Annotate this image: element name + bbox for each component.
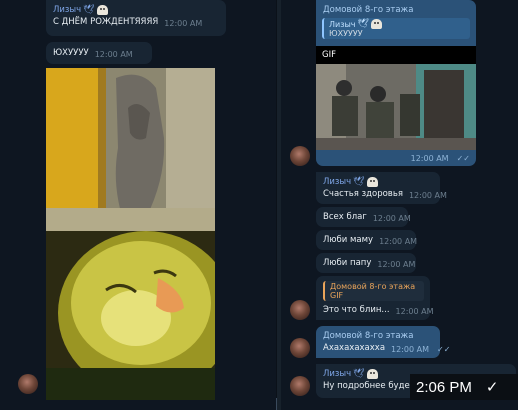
dove-emoji-icon: 🕊: [83, 5, 95, 15]
avatar[interactable]: [290, 376, 310, 396]
cat-video-frames: [46, 68, 215, 400]
message-time: 12:00 AM: [379, 237, 418, 246]
message-bubble[interactable]: ЮХУУУУ 12:00 AM: [46, 42, 152, 64]
message-time: 12:00 AM: [164, 19, 203, 28]
message-time: 12:00 AM: [391, 345, 430, 354]
scrollbar[interactable]: [276, 398, 277, 410]
ghost-emoji-icon: [370, 19, 382, 29]
ghost-emoji-icon: [96, 5, 108, 15]
message-time: 12:00 AM: [94, 50, 133, 59]
avatar[interactable]: [290, 146, 310, 166]
gif-label: GIF: [322, 50, 336, 60]
gif-media[interactable]: [316, 64, 476, 150]
message-time: 12:00 AM: [410, 154, 449, 163]
status-overlay: 2:06 PM ✓: [410, 374, 518, 400]
avatar[interactable]: [18, 374, 38, 394]
sender-name[interactable]: Домовой 8-го этажа: [323, 330, 434, 342]
message-bubble[interactable]: Лизыч 🕊 Счастья здоровья 12:00 AM: [316, 172, 447, 204]
dove-emoji-icon: 🕊: [353, 369, 365, 379]
avatar[interactable]: [290, 300, 310, 320]
reply-quote[interactable]: Домовой 8-го этажа GIF: [323, 281, 424, 301]
clock: 2:06 PM: [416, 378, 472, 396]
message-bubble[interactable]: Люби маму 12:00 AM: [316, 230, 418, 250]
message-bubble[interactable]: Лизыч 🕊 С ДНЁМ РОЖДЕНТЯЯЯЯ 12:00 AM: [46, 0, 226, 36]
avatar[interactable]: [290, 338, 310, 358]
sender-name[interactable]: Лизыч 🕊: [323, 176, 434, 188]
gif-frame: [316, 64, 476, 150]
message-bubble[interactable]: Домовой 8-го этажа GIF Это что блин... 1…: [316, 276, 434, 320]
message-text: Это что блин...: [323, 305, 390, 315]
message-time: 12:00 AM: [372, 214, 411, 223]
gif-message-bubble[interactable]: Домовой 8-го этажа Лизыч 🕊 ЮХУУУУ GIF 12…: [316, 0, 476, 166]
read-checkmarks-icon: ✓✓: [456, 154, 470, 163]
message-text: ЮХУУУУ: [53, 48, 89, 58]
left-chat-pane[interactable]: Лизыч 🕊 С ДНЁМ РОЖДЕНТЯЯЯЯ 12:00 AM ЮХУУ…: [0, 0, 276, 410]
checkmark-icon: ✓: [485, 378, 499, 396]
message-text: Счастья здоровья: [323, 189, 403, 199]
outgoing-message-bubble[interactable]: Домовой 8-го этажа Ахахахахахха 12:00 AM…: [316, 326, 450, 358]
ghost-emoji-icon: [366, 177, 378, 187]
ghost-emoji-icon: [366, 369, 378, 379]
message-text: Люби папу: [323, 258, 372, 268]
message-time: 12:00 AM: [408, 191, 447, 200]
sender-name[interactable]: Домовой 8-го этажа: [316, 4, 476, 16]
message-time: 12:00 AM: [377, 260, 416, 269]
cat-video-media[interactable]: [46, 68, 215, 400]
message-text: Всех благ: [323, 212, 367, 222]
message-time: 12:00 AM: [395, 307, 434, 316]
dove-emoji-icon: 🕊: [353, 177, 365, 187]
gif-label-bar: GIF: [316, 46, 476, 64]
right-chat-pane[interactable]: Домовой 8-го этажа Лизыч 🕊 ЮХУУУУ GIF 12…: [281, 0, 518, 410]
message-text: Люби маму: [323, 235, 374, 245]
message-text: Ахахахахахха: [323, 343, 386, 353]
message-bubble[interactable]: Всех благ 12:00 AM: [316, 207, 411, 227]
dove-emoji-icon: 🕊: [357, 19, 369, 29]
read-checkmarks-icon: ✓✓: [437, 345, 451, 354]
reply-quote[interactable]: Лизыч 🕊 ЮХУУУУ: [322, 18, 470, 39]
message-bubble[interactable]: Люби папу 12:00 AM: [316, 253, 416, 273]
sender-name[interactable]: Лизыч 🕊: [53, 4, 220, 16]
message-text: С ДНЁМ РОЖДЕНТЯЯЯЯ: [53, 17, 159, 27]
